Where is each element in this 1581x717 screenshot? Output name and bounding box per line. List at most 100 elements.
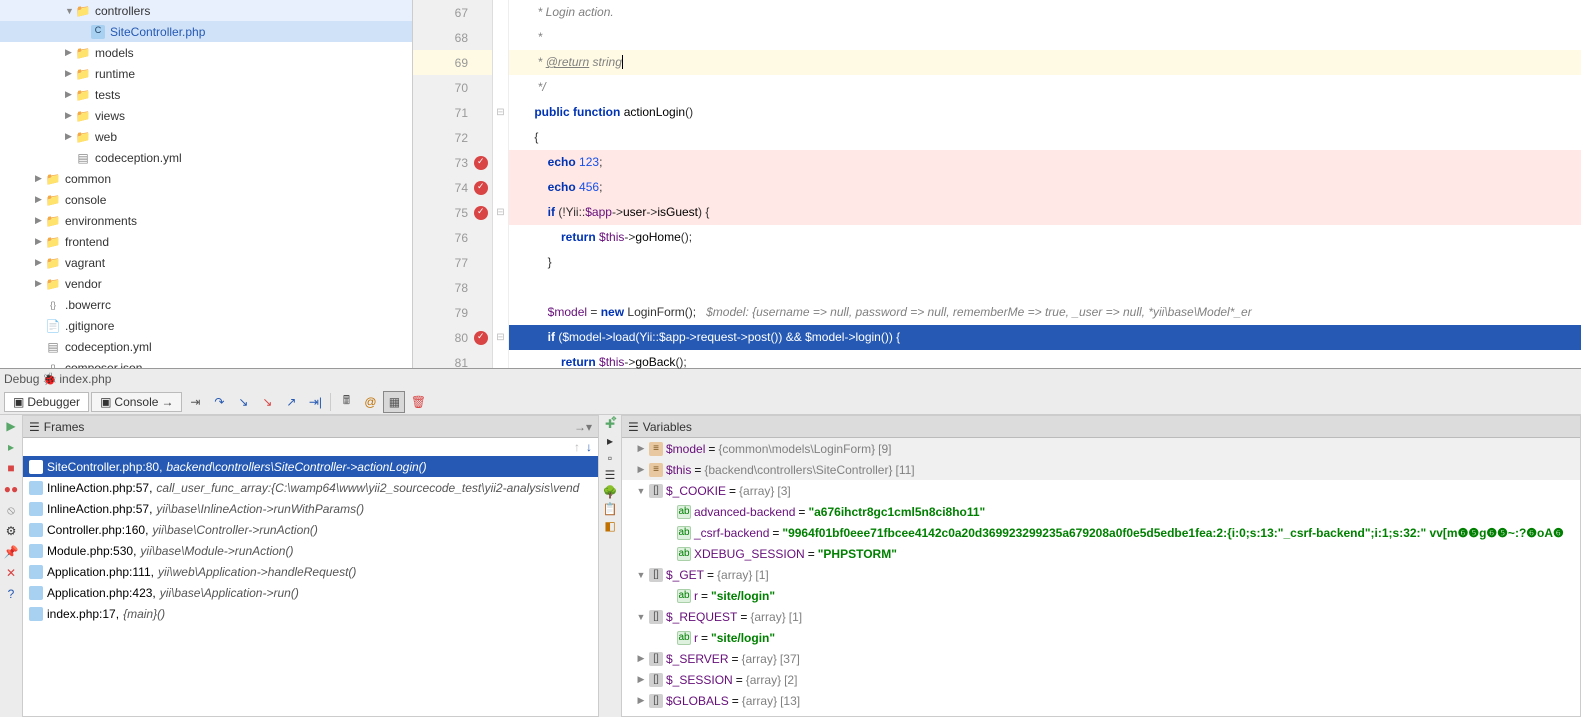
gutter-line[interactable]: 71 xyxy=(413,100,492,125)
variable-row[interactable]: ▶[]$GLOBALS = {array} [13] xyxy=(622,690,1580,711)
tree-item[interactable]: ▤codeception.yml xyxy=(0,147,412,168)
fold-marker[interactable] xyxy=(493,250,508,275)
expand-arrow-icon[interactable]: ▶ xyxy=(35,236,45,247)
tree-item[interactable]: 📄.gitignore xyxy=(0,315,412,336)
tree-item[interactable]: ▶📁runtime xyxy=(0,63,412,84)
step-over-button[interactable]: ↷ xyxy=(208,391,230,413)
tree-item[interactable]: ▶📁vagrant xyxy=(0,252,412,273)
breakpoint-icon[interactable] xyxy=(474,206,488,220)
diff-button[interactable]: ◧ xyxy=(604,519,615,533)
expand-arrow-icon[interactable]: ▼ xyxy=(636,570,646,580)
fold-marker[interactable] xyxy=(493,150,508,175)
gutter-line[interactable]: 72 xyxy=(413,125,492,150)
code-line[interactable]: * @return string xyxy=(509,50,1581,75)
gutter-line[interactable]: 67 xyxy=(413,0,492,25)
variable-row[interactable]: abXDEBUG_SESSION = "PHPSTORM" xyxy=(622,543,1580,564)
fold-marker[interactable]: ⊟ xyxy=(493,100,508,125)
code-lines[interactable]: * Login action. * * @return string */ pu… xyxy=(509,0,1581,368)
expand-arrow-icon[interactable]: ▶ xyxy=(636,464,646,475)
tree-item[interactable]: ▶📁console xyxy=(0,189,412,210)
variable-row[interactable]: ab_csrf-backend = "9964f01bf0eee71fbcee4… xyxy=(622,522,1580,543)
tree-item[interactable]: ▶📁web xyxy=(0,126,412,147)
frame-row[interactable]: InlineAction.php:57, call_user_func_arra… xyxy=(23,477,598,498)
force-step-into-button[interactable]: ↘ xyxy=(256,391,278,413)
help-button[interactable]: ? xyxy=(2,585,20,603)
tree-item[interactable]: ▶📁models xyxy=(0,42,412,63)
code-line[interactable]: * Login action. xyxy=(509,0,1581,25)
expand-arrow-icon[interactable]: ▶ xyxy=(65,110,75,121)
frame-row[interactable]: Module.php:530, yii\base\Module->runActi… xyxy=(23,540,598,561)
frame-up-button[interactable]: ↑ xyxy=(574,440,580,454)
rerun-button[interactable]: ▶ xyxy=(2,417,20,435)
expand-arrow-icon[interactable]: ▶ xyxy=(35,173,45,184)
variable-row[interactable]: ▶≡$this = {backend\controllers\SiteContr… xyxy=(622,459,1580,480)
fold-column[interactable]: ⊟⊟⊟ xyxy=(493,0,509,368)
code-line[interactable]: * xyxy=(509,25,1581,50)
code-line[interactable]: { xyxy=(509,125,1581,150)
fold-marker[interactable] xyxy=(493,25,508,50)
code-line[interactable] xyxy=(509,275,1581,300)
code-line[interactable]: return $this->goBack(); xyxy=(509,350,1581,375)
expand-arrow-icon[interactable]: ▶ xyxy=(636,443,646,454)
code-line[interactable]: public function actionLogin() xyxy=(509,100,1581,125)
project-tree[interactable]: ▼📁controllersCSiteController.php▶📁models… xyxy=(0,0,413,368)
gutter-line[interactable]: 77 xyxy=(413,250,492,275)
variable-row[interactable]: ▼[]$_GET = {array} [1] xyxy=(622,564,1580,585)
tree-item[interactable]: ▼📁controllers xyxy=(0,0,412,21)
frame-row[interactable]: index.php:17, {main}() xyxy=(23,603,598,624)
gutter-line[interactable]: 68 xyxy=(413,25,492,50)
fold-marker[interactable] xyxy=(493,125,508,150)
tree-item[interactable]: ▶📁environments xyxy=(0,210,412,231)
frame-row[interactable]: SiteController.php:80, backend\controlle… xyxy=(23,456,598,477)
expand-arrow-icon[interactable]: ▶ xyxy=(35,278,45,289)
breakpoint-icon[interactable] xyxy=(474,156,488,170)
step-out-button[interactable]: ↗ xyxy=(280,391,302,413)
gutter-line[interactable]: 75 xyxy=(413,200,492,225)
tree-button[interactable]: 🌳 xyxy=(603,485,618,499)
new-watch-button[interactable]: ▸ xyxy=(607,434,613,448)
expand-arrow-icon[interactable]: ▶ xyxy=(35,215,45,226)
pin-button[interactable]: 📌 xyxy=(2,543,20,561)
variable-row[interactable]: abr = "site/login" xyxy=(622,585,1580,606)
expand-arrow-icon[interactable]: ▶ xyxy=(636,695,646,706)
duplicate-button[interactable]: ☰ xyxy=(605,468,616,482)
variables-list[interactable]: ▶≡$model = {common\models\LoginForm} [9]… xyxy=(622,438,1580,716)
frame-row[interactable]: Application.php:111, yii\web\Application… xyxy=(23,561,598,582)
expand-arrow-icon[interactable]: ▶ xyxy=(65,89,75,100)
expand-arrow-icon[interactable]: ▶ xyxy=(65,68,75,79)
gutter-line[interactable]: 70 xyxy=(413,75,492,100)
gutter-line[interactable]: 81 xyxy=(413,350,492,375)
code-line[interactable]: $model = new LoginForm(); $model: {usern… xyxy=(509,300,1581,325)
editor-area[interactable]: 676869707172737475767778798081 ⊟⊟⊟ * Log… xyxy=(413,0,1581,368)
fold-marker[interactable] xyxy=(493,350,508,375)
expand-arrow-icon[interactable]: ▼ xyxy=(636,612,646,622)
resume-button[interactable]: ▸ xyxy=(2,438,20,456)
code-line[interactable]: } xyxy=(509,250,1581,275)
tree-item[interactable]: {}.bowerrc xyxy=(0,294,412,315)
gutter-line[interactable]: 78 xyxy=(413,275,492,300)
frame-row[interactable]: Controller.php:160, yii\base\Controller-… xyxy=(23,519,598,540)
tree-item[interactable]: ▶📁tests xyxy=(0,84,412,105)
variable-row[interactable]: ▶[]$_SERVER = {array} [37] xyxy=(622,648,1580,669)
fold-marker[interactable] xyxy=(493,0,508,25)
run-to-cursor-button[interactable]: ⇥| xyxy=(304,391,326,413)
expand-arrow-icon[interactable]: ▼ xyxy=(65,6,75,16)
expand-arrow-icon[interactable]: ▶ xyxy=(636,653,646,664)
view-breakpoints-button[interactable]: ●● xyxy=(2,480,20,498)
gutter-line[interactable]: 73 xyxy=(413,150,492,175)
tree-item[interactable]: ▶📁common xyxy=(0,168,412,189)
tree-item[interactable]: ▶📁frontend xyxy=(0,231,412,252)
settings-icon[interactable]: ⚙ xyxy=(2,522,20,540)
expand-arrow-icon[interactable]: ▶ xyxy=(35,194,45,205)
expand-arrow-icon[interactable]: ▶ xyxy=(65,131,75,142)
tree-item[interactable]: ▶📁views xyxy=(0,105,412,126)
frames-dropdown-icon[interactable]: →▾ xyxy=(574,420,592,434)
variable-row[interactable]: abadvanced-backend = "a676ihctr8gc1cml5n… xyxy=(622,501,1580,522)
mute-breakpoints-button[interactable]: ⦸ xyxy=(2,501,20,519)
frame-row[interactable]: Application.php:423, yii\base\Applicatio… xyxy=(23,582,598,603)
expand-arrow-icon[interactable]: ▼ xyxy=(636,486,646,496)
console-tab[interactable]: ▣ Console → xyxy=(91,392,182,412)
gutter-line[interactable]: 74 xyxy=(413,175,492,200)
fold-marker[interactable]: ⊟ xyxy=(493,200,508,225)
code-line[interactable]: if ($model->load(Yii::$app->request->pos… xyxy=(509,325,1581,350)
